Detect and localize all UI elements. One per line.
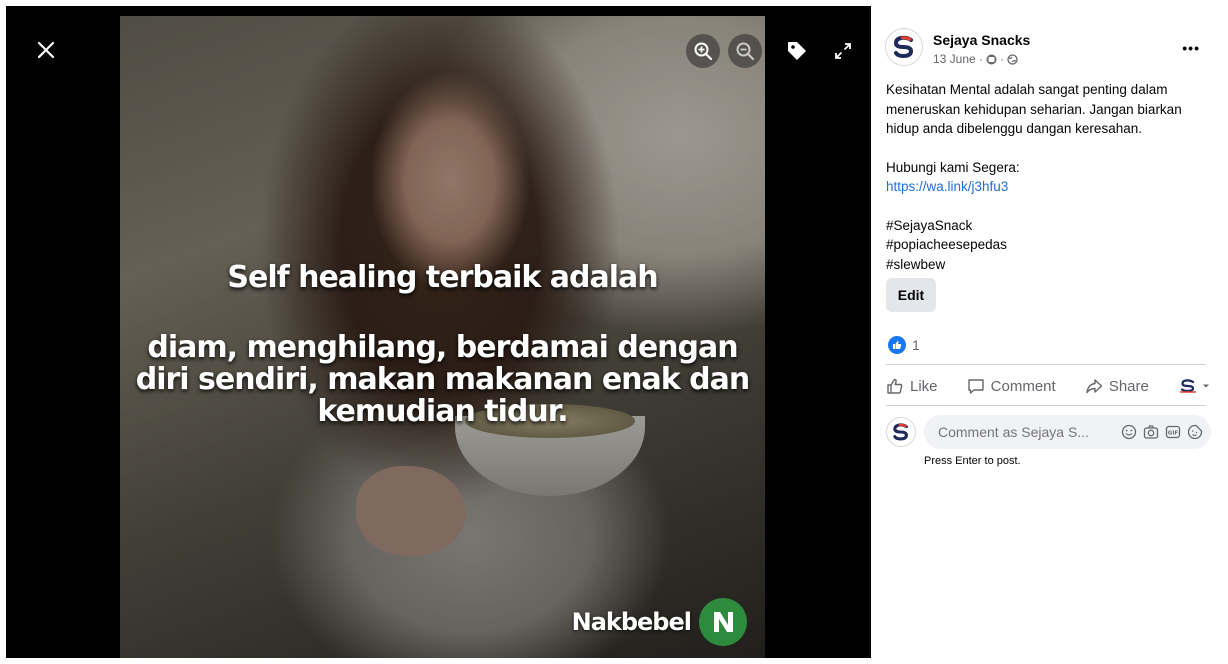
comment-icon — [967, 377, 985, 395]
gif-icon[interactable]: GIF — [1165, 424, 1181, 440]
divider — [886, 405, 1206, 406]
watermark-text: Nakbebel — [571, 608, 692, 636]
chevron-down-icon — [1202, 382, 1210, 390]
globe-icon — [1007, 53, 1018, 65]
share-button[interactable]: Share — [1085, 377, 1149, 395]
svg-text:GIF: GIF — [1168, 431, 1179, 437]
more-options-button[interactable]: ••• — [1182, 40, 1200, 56]
watermark-logo — [699, 598, 747, 646]
zoom-out-icon — [735, 41, 755, 61]
page-logo-icon — [1178, 379, 1198, 393]
hashtag[interactable]: #popiacheesepedas — [886, 235, 1216, 255]
photo-headline: Self healing terbaik adalah — [227, 260, 658, 295]
thumbs-up-icon — [886, 377, 904, 395]
share-label: Share — [1108, 377, 1149, 395]
comment-box[interactable]: GIF — [924, 415, 1211, 449]
post-paragraph: Kesihatan Mental adalah sangat penting d… — [886, 82, 1182, 136]
comment-tools: GIF — [1121, 424, 1203, 440]
share-icon — [1085, 377, 1103, 395]
fullscreen-icon — [834, 42, 852, 60]
comment-input[interactable] — [936, 423, 1121, 441]
divider — [886, 364, 1206, 365]
photo-subtext: diam, menghilang, berdamai dengan diri s… — [135, 330, 751, 429]
comment-hint: Press Enter to post. — [924, 455, 1021, 467]
photo-viewer: Self healing terbaik adalah diam, menghi… — [6, 6, 871, 658]
zoom-in-icon — [693, 41, 713, 61]
sticker-icon[interactable] — [1187, 424, 1203, 440]
page-avatar[interactable] — [885, 28, 923, 66]
like-button[interactable]: Like — [886, 377, 938, 395]
hashtag[interactable]: #SejayaSnack — [886, 216, 1216, 236]
edit-button[interactable]: Edit — [886, 278, 936, 312]
like-reaction-icon — [888, 336, 906, 354]
commenter-avatar[interactable] — [886, 417, 916, 447]
reaction-summary[interactable]: 1 — [888, 336, 920, 354]
fullscreen-button[interactable] — [826, 34, 860, 68]
zoom-out-button[interactable] — [728, 34, 762, 68]
emoji-icon[interactable] — [1121, 424, 1137, 440]
tag-photo-button[interactable] — [780, 34, 814, 68]
comment-composer: GIF — [886, 415, 1211, 449]
post-as-selector[interactable] — [1178, 379, 1210, 393]
calendar-icon — [986, 54, 997, 65]
post-actions: Like Comment Share — [886, 368, 1210, 404]
close-icon — [37, 41, 55, 59]
comment-label: Comment — [990, 377, 1056, 395]
post-link[interactable]: https://wa.link/j3hfu3 — [886, 179, 1008, 194]
zoom-in-button[interactable] — [686, 34, 720, 68]
comment-button[interactable]: Comment — [967, 377, 1056, 395]
post-date[interactable]: 13 June · — [933, 52, 983, 66]
page-name[interactable]: Sejaya Snacks — [933, 32, 1030, 48]
watermark: Nakbebel — [572, 598, 747, 646]
tag-icon — [786, 40, 808, 62]
post-sidebar: Sejaya Snacks 13 June · · ••• Kesihatan … — [871, 6, 1222, 658]
hashtag[interactable]: #slewbew — [886, 255, 1216, 275]
close-button[interactable] — [32, 36, 60, 64]
post-meta: 13 June · · — [933, 52, 1018, 66]
like-label: Like — [910, 377, 938, 395]
camera-icon[interactable] — [1143, 424, 1159, 440]
reaction-count: 1 — [912, 337, 920, 353]
post-text: Kesihatan Mental adalah sangat penting d… — [886, 80, 1216, 274]
post-photo[interactable]: Self healing terbaik adalah diam, menghi… — [120, 16, 765, 658]
post-contact-label: Hubungi kami Segera: — [886, 159, 1020, 175]
